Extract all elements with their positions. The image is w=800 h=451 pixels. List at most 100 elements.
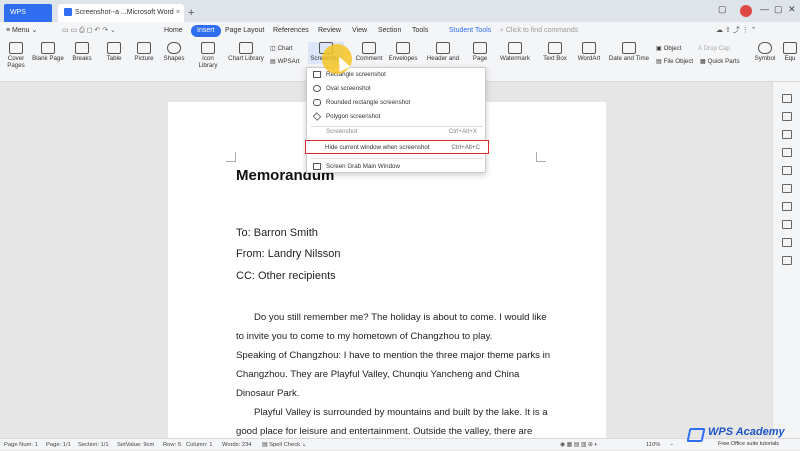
tab-insert[interactable]: Insert xyxy=(191,25,221,37)
dropdown-divider xyxy=(311,126,483,127)
header-footer-button[interactable]: Header and xyxy=(425,42,461,62)
status-words: Words: 234 xyxy=(222,442,252,448)
breaks-button[interactable]: Breaks xyxy=(70,42,94,62)
drop-cap-label: Drop Cap xyxy=(703,45,730,52)
cloud-icons[interactable]: ☁ ⇪ ⤴ ⋮ ⌃ xyxy=(716,22,757,40)
tab-review[interactable]: Review xyxy=(318,22,341,40)
user-avatar[interactable] xyxy=(740,5,752,17)
wordart-icon xyxy=(582,42,596,54)
margin-mark xyxy=(226,152,236,162)
oval-screenshot-item[interactable]: Oval screenshot xyxy=(307,82,485,96)
screen-grab-main-window-item[interactable]: Screen Grab Main Window xyxy=(307,160,485,174)
object-button[interactable]: ▣ Object xyxy=(656,45,681,52)
zoom-level[interactable]: 110% xyxy=(646,439,660,451)
document-tab-label: Screenshot--a ...Microsoft Word xyxy=(75,9,174,16)
tab-section[interactable]: Section xyxy=(378,22,401,40)
file-object-button[interactable]: ▤ File Object xyxy=(656,58,693,65)
dropdown-item-label: Polygon screenshot xyxy=(326,113,381,120)
oval-icon xyxy=(313,85,321,92)
screenshot-item[interactable]: Screenshot Ctrl+Alt+X xyxy=(307,128,485,136)
dropdown-item-label: Rounded rectangle screenshot xyxy=(326,99,411,106)
shapes-button[interactable]: Shapes xyxy=(161,42,187,62)
hide-window-option[interactable]: Hide current window when screenshot Ctrl+… xyxy=(305,140,489,154)
spell-check-label: Spell Check xyxy=(269,442,301,448)
memo-cc: CC: Other recipients xyxy=(236,270,336,282)
icon-library-button[interactable]: Icon Library xyxy=(192,42,224,69)
header-footer-icon xyxy=(436,42,450,54)
envelope-icon xyxy=(396,42,410,54)
tab-references[interactable]: References xyxy=(273,22,309,40)
date-time-button[interactable]: Date and Time xyxy=(608,42,650,62)
tab-home[interactable]: Home xyxy=(164,22,183,40)
menu-button[interactable]: ≡ Menu ⌄ xyxy=(6,22,37,40)
title-bar: WPS Office Screenshot--a ...Microsoft Wo… xyxy=(0,0,800,34)
page-number-button[interactable]: Page xyxy=(469,42,491,62)
equation-button[interactable]: Equ xyxy=(782,42,798,62)
text-box-button[interactable]: Text Box xyxy=(541,42,569,62)
close-tab-icon[interactable]: × xyxy=(176,4,180,22)
new-tab-button[interactable]: + xyxy=(188,4,194,22)
object-icon: ▣ xyxy=(656,45,664,52)
quick-access-icons[interactable]: ▭ ▭ ⎙ ◻ ↶ ↷ ⌄ xyxy=(62,22,116,40)
windows-layout-icon[interactable]: ▢ xyxy=(718,4,727,15)
symbol-label: Symbol xyxy=(754,55,776,62)
memo-to: To: Barron Smith xyxy=(236,227,318,239)
body-line: Do you still remember me? The holiday is… xyxy=(254,312,547,323)
sidebar-tool-icon[interactable] xyxy=(782,238,792,247)
sidebar-tool-icon[interactable] xyxy=(782,112,792,121)
spell-check-button[interactable]: ▤ Spell Check ⌄ xyxy=(262,439,307,451)
watermark-button[interactable]: Watermark xyxy=(497,42,533,62)
dropdown-item-label: Screen Grab Main Window xyxy=(326,163,400,170)
command-search-placeholder: Click to find commands xyxy=(505,27,579,34)
sidebar-tool-icon[interactable] xyxy=(782,166,792,175)
sidebar-tool-icon[interactable] xyxy=(782,130,792,139)
wps-academy-watermark: WPS Academy Free Office suite tutorials xyxy=(686,424,800,450)
wordart-button[interactable]: WordArt xyxy=(575,42,603,62)
checkbox-icon[interactable] xyxy=(312,144,320,151)
sidebar-tool-icon[interactable] xyxy=(782,220,792,229)
breaks-label: Breaks xyxy=(72,55,92,62)
blank-page-button[interactable]: Blank Page xyxy=(30,42,66,62)
picture-label: Picture xyxy=(134,55,154,62)
polygon-screenshot-item[interactable]: Polygon screenshot xyxy=(307,110,485,124)
status-page-num: Page Num: 1 xyxy=(4,442,38,448)
picture-button[interactable]: Picture xyxy=(131,42,157,62)
sidebar-tool-icon[interactable] xyxy=(782,94,792,103)
status-page: Page: 1/1 xyxy=(46,442,71,448)
wpsart-button[interactable]: ▤ WPSArt xyxy=(270,58,300,65)
minimize-icon[interactable]: — xyxy=(760,4,769,14)
envelopes-button[interactable]: Envelopes xyxy=(387,42,419,62)
menu-label: Menu xyxy=(12,27,30,34)
symbol-button[interactable]: Symbol xyxy=(752,42,778,62)
comment-button[interactable]: Comment xyxy=(354,42,384,62)
sidebar-tool-icon[interactable] xyxy=(782,148,792,157)
tab-view[interactable]: View xyxy=(352,22,367,40)
drop-cap-button[interactable]: A Drop Cap xyxy=(698,45,730,52)
table-button[interactable]: Table xyxy=(103,42,125,62)
command-search[interactable]: ⌕ Click to find commands xyxy=(500,25,600,37)
wps-logo-icon xyxy=(686,428,706,442)
cover-pages-button[interactable]: Cover Pages xyxy=(4,42,28,69)
rectangle-icon xyxy=(313,71,321,78)
view-mode-icons[interactable]: ◉ ▦ ▤ ▥ ⊕ ◐ xyxy=(560,439,598,451)
maximize-icon[interactable]: ▢ xyxy=(774,4,783,15)
sidebar-tool-icon[interactable] xyxy=(782,202,792,211)
rounded-rectangle-screenshot-item[interactable]: Rounded rectangle screenshot xyxy=(307,96,485,110)
tab-student-tools[interactable]: Student Tools xyxy=(449,22,491,40)
chart-library-label: Chart Library xyxy=(228,55,264,62)
wps-office-tab[interactable]: WPS Office xyxy=(4,4,52,34)
comment-icon xyxy=(362,42,376,54)
table-icon xyxy=(107,42,121,54)
zoom-out-icon[interactable]: − xyxy=(670,439,673,451)
quick-parts-button[interactable]: ▦ Quick Parts xyxy=(700,58,740,65)
cover-pages-icon xyxy=(9,42,23,54)
sidebar-tool-icon[interactable] xyxy=(782,256,792,265)
sidebar-tool-icon[interactable] xyxy=(782,184,792,193)
tab-page-layout[interactable]: Page Layout xyxy=(225,22,264,40)
close-window-icon[interactable]: ✕ xyxy=(788,4,796,15)
chart-library-button[interactable]: Chart Library xyxy=(228,42,264,62)
tab-tools[interactable]: Tools xyxy=(412,22,428,40)
calendar-icon xyxy=(622,42,636,54)
document-tab[interactable]: Screenshot--a ...Microsoft Word × xyxy=(58,4,184,22)
chart-button[interactable]: ◫ Chart xyxy=(270,45,293,52)
